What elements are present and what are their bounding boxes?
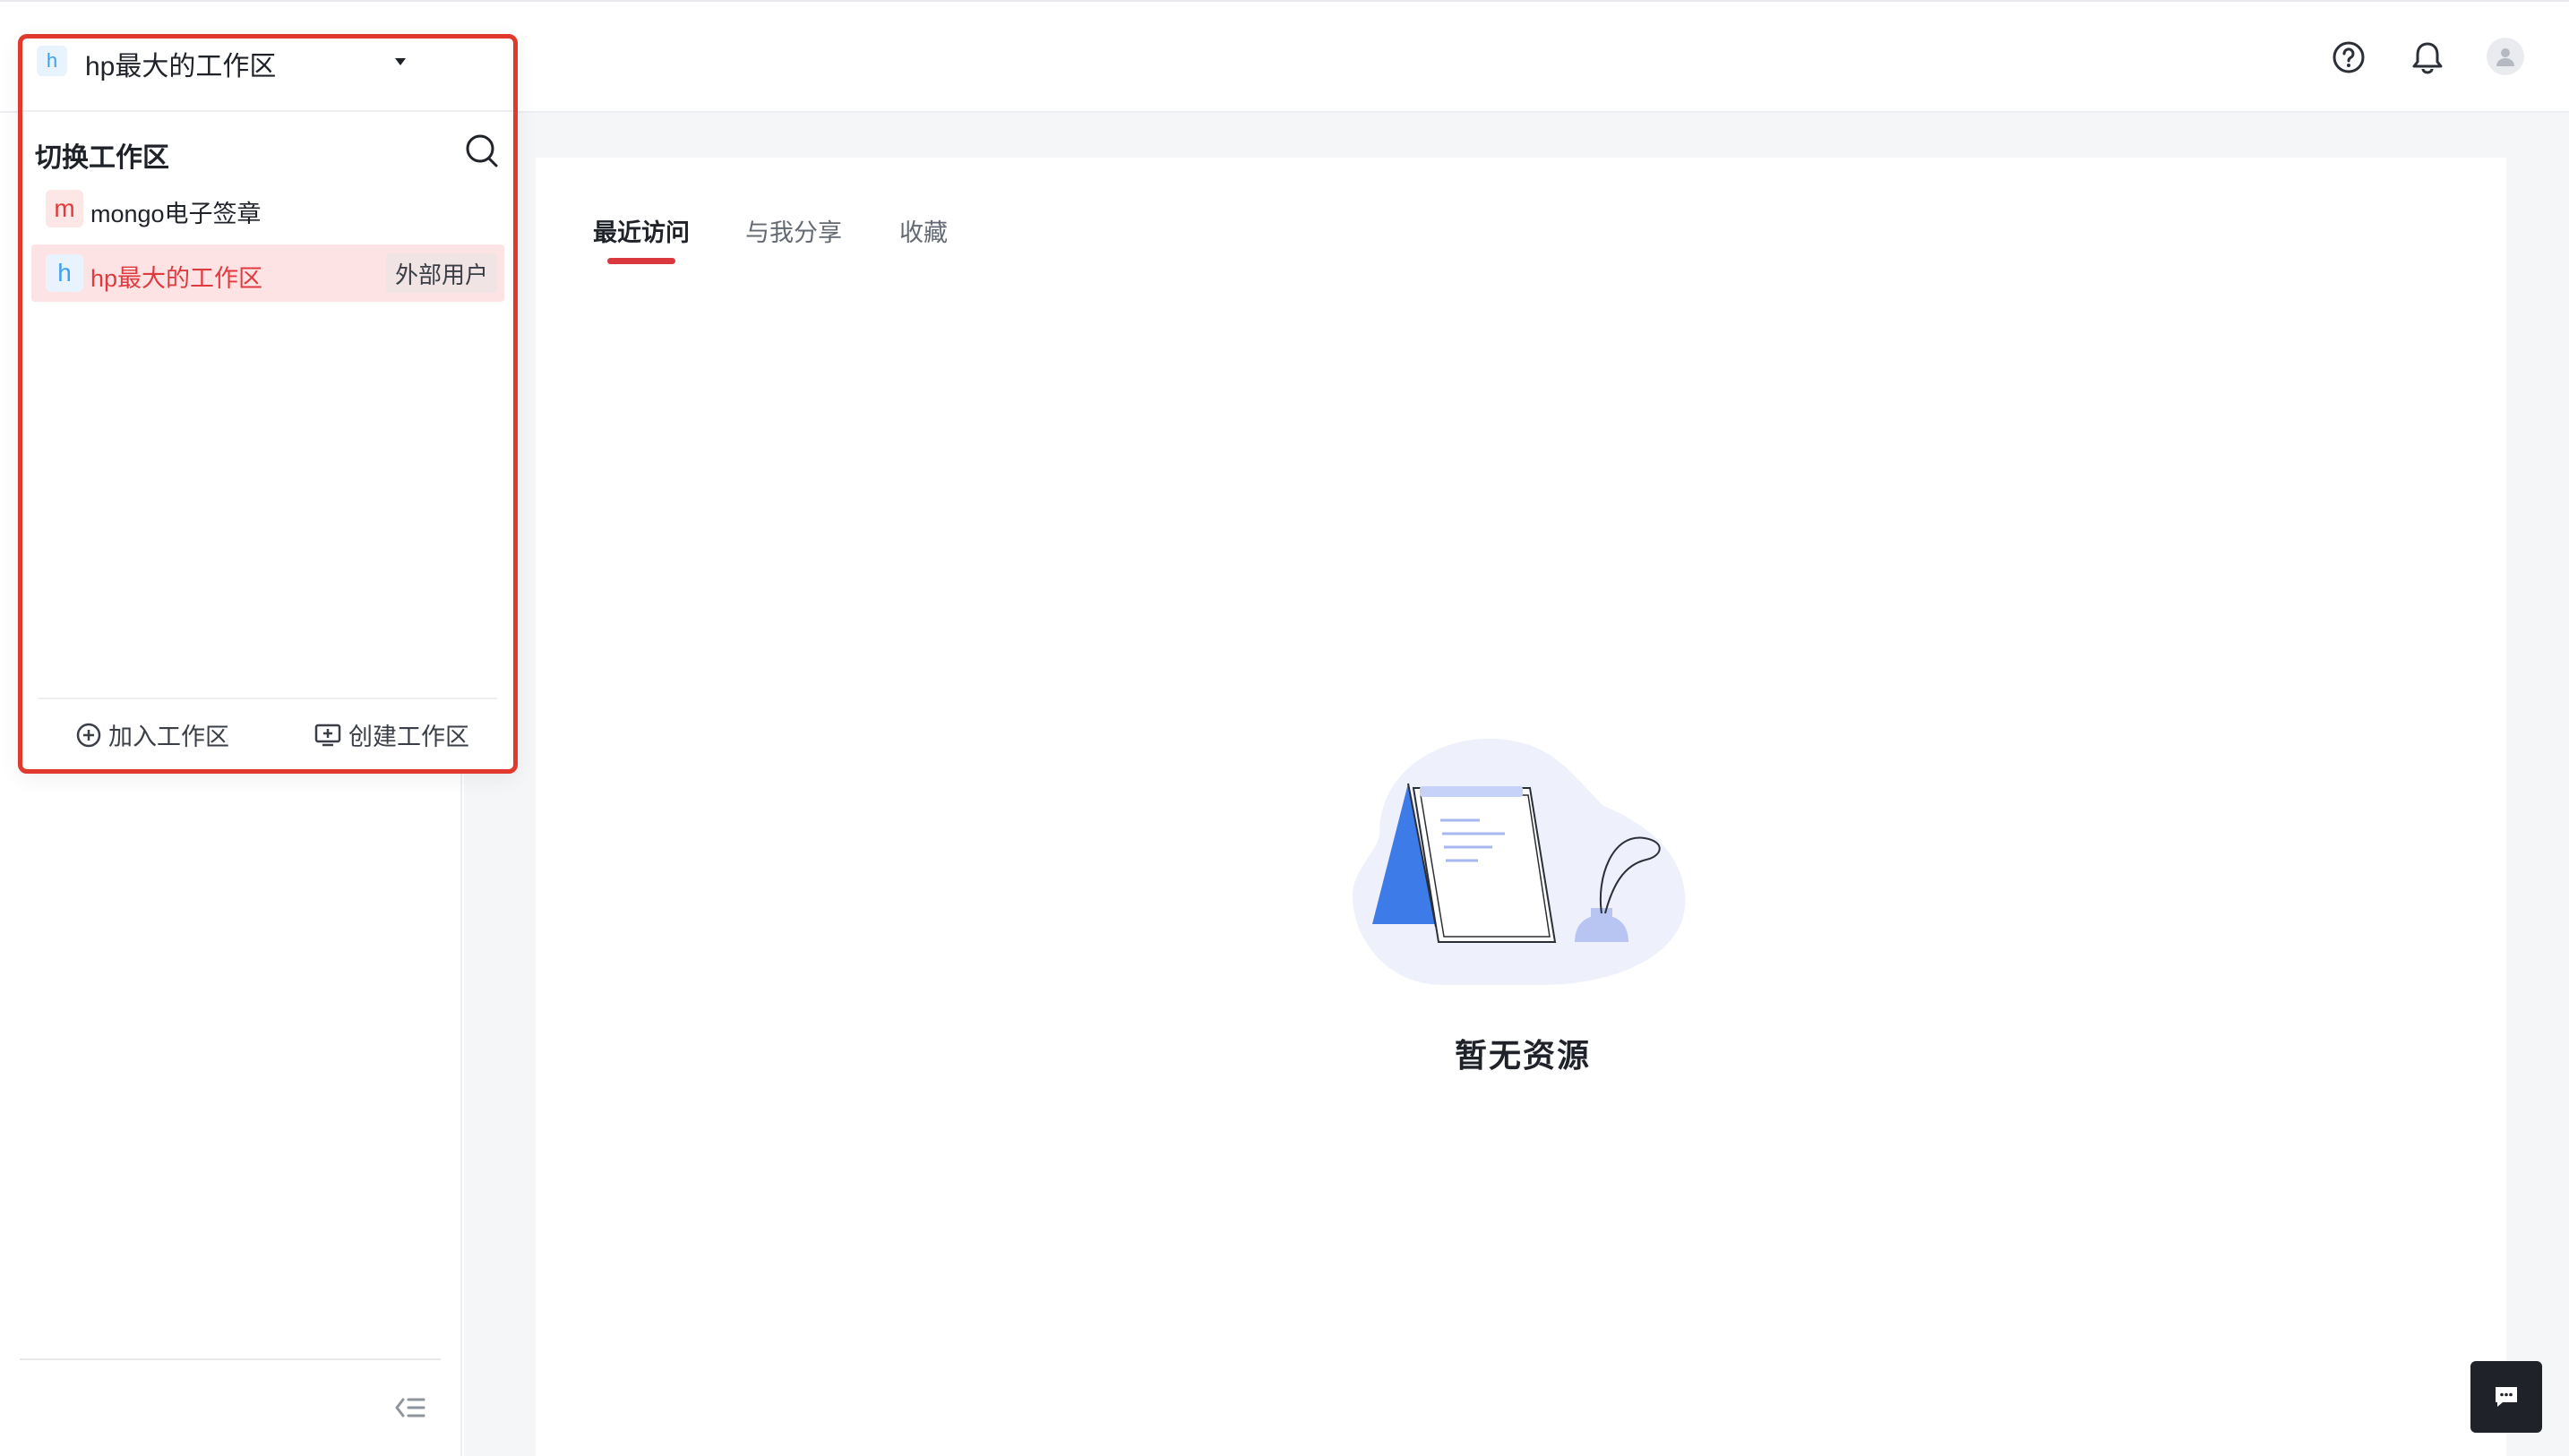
join-workspace-button[interactable]: 加入工作区 [76,717,229,752]
current-workspace-logo: h [37,46,67,76]
user-avatar-icon [2487,38,2524,75]
workspace-name: hp最大的工作区 [90,265,263,292]
bell-icon[interactable] [2406,36,2449,79]
plus-circle-icon [76,723,101,747]
switch-workspace-title: 切换工作区 [35,143,169,173]
create-workspace-button[interactable]: 创建工作区 [314,717,469,752]
workspace-item[interactable]: m mongo电子签章 [31,184,504,234]
tab-favorites[interactable]: 收藏 [899,213,948,248]
chat-support-button[interactable] [2470,1361,2542,1433]
create-workspace-label: 创建工作区 [348,724,469,750]
workspace-logo: h [46,254,83,292]
dropdown-footer-divider [39,698,497,699]
external-user-badge: 外部用户 [386,253,498,293]
caret-down-icon[interactable] [393,55,408,71]
empty-illustration [1344,725,1702,994]
current-workspace-name: hp最大的工作区 [85,52,277,81]
search-icon[interactable] [465,133,499,174]
workspace-name: mongo电子签章 [90,201,262,227]
chat-icon [2496,1387,2517,1407]
empty-state-title: 暂无资源 [1454,1037,1591,1074]
tab-recent[interactable]: 最近访问 [593,213,690,248]
help-circle-icon[interactable] [2327,36,2370,79]
workspace-switcher-dropdown: h hp最大的工作区 切换工作区 m mongo电子签章 h hp最大的工作区 … [18,34,518,774]
tab-shared-with-me[interactable]: 与我分享 [745,213,842,248]
workspace-logo: m [46,190,83,227]
collapse-sidebar-icon[interactable] [391,1390,430,1426]
join-workspace-label: 加入工作区 [108,724,229,750]
user-avatar[interactable] [2487,38,2524,75]
current-workspace-header[interactable]: h hp最大的工作区 [22,39,513,112]
add-workspace-icon [314,724,341,746]
sidebar-divider [20,1358,441,1360]
workspace-item-active[interactable]: h hp最大的工作区 外部用户 [31,244,504,302]
active-tab-indicator [607,258,675,264]
